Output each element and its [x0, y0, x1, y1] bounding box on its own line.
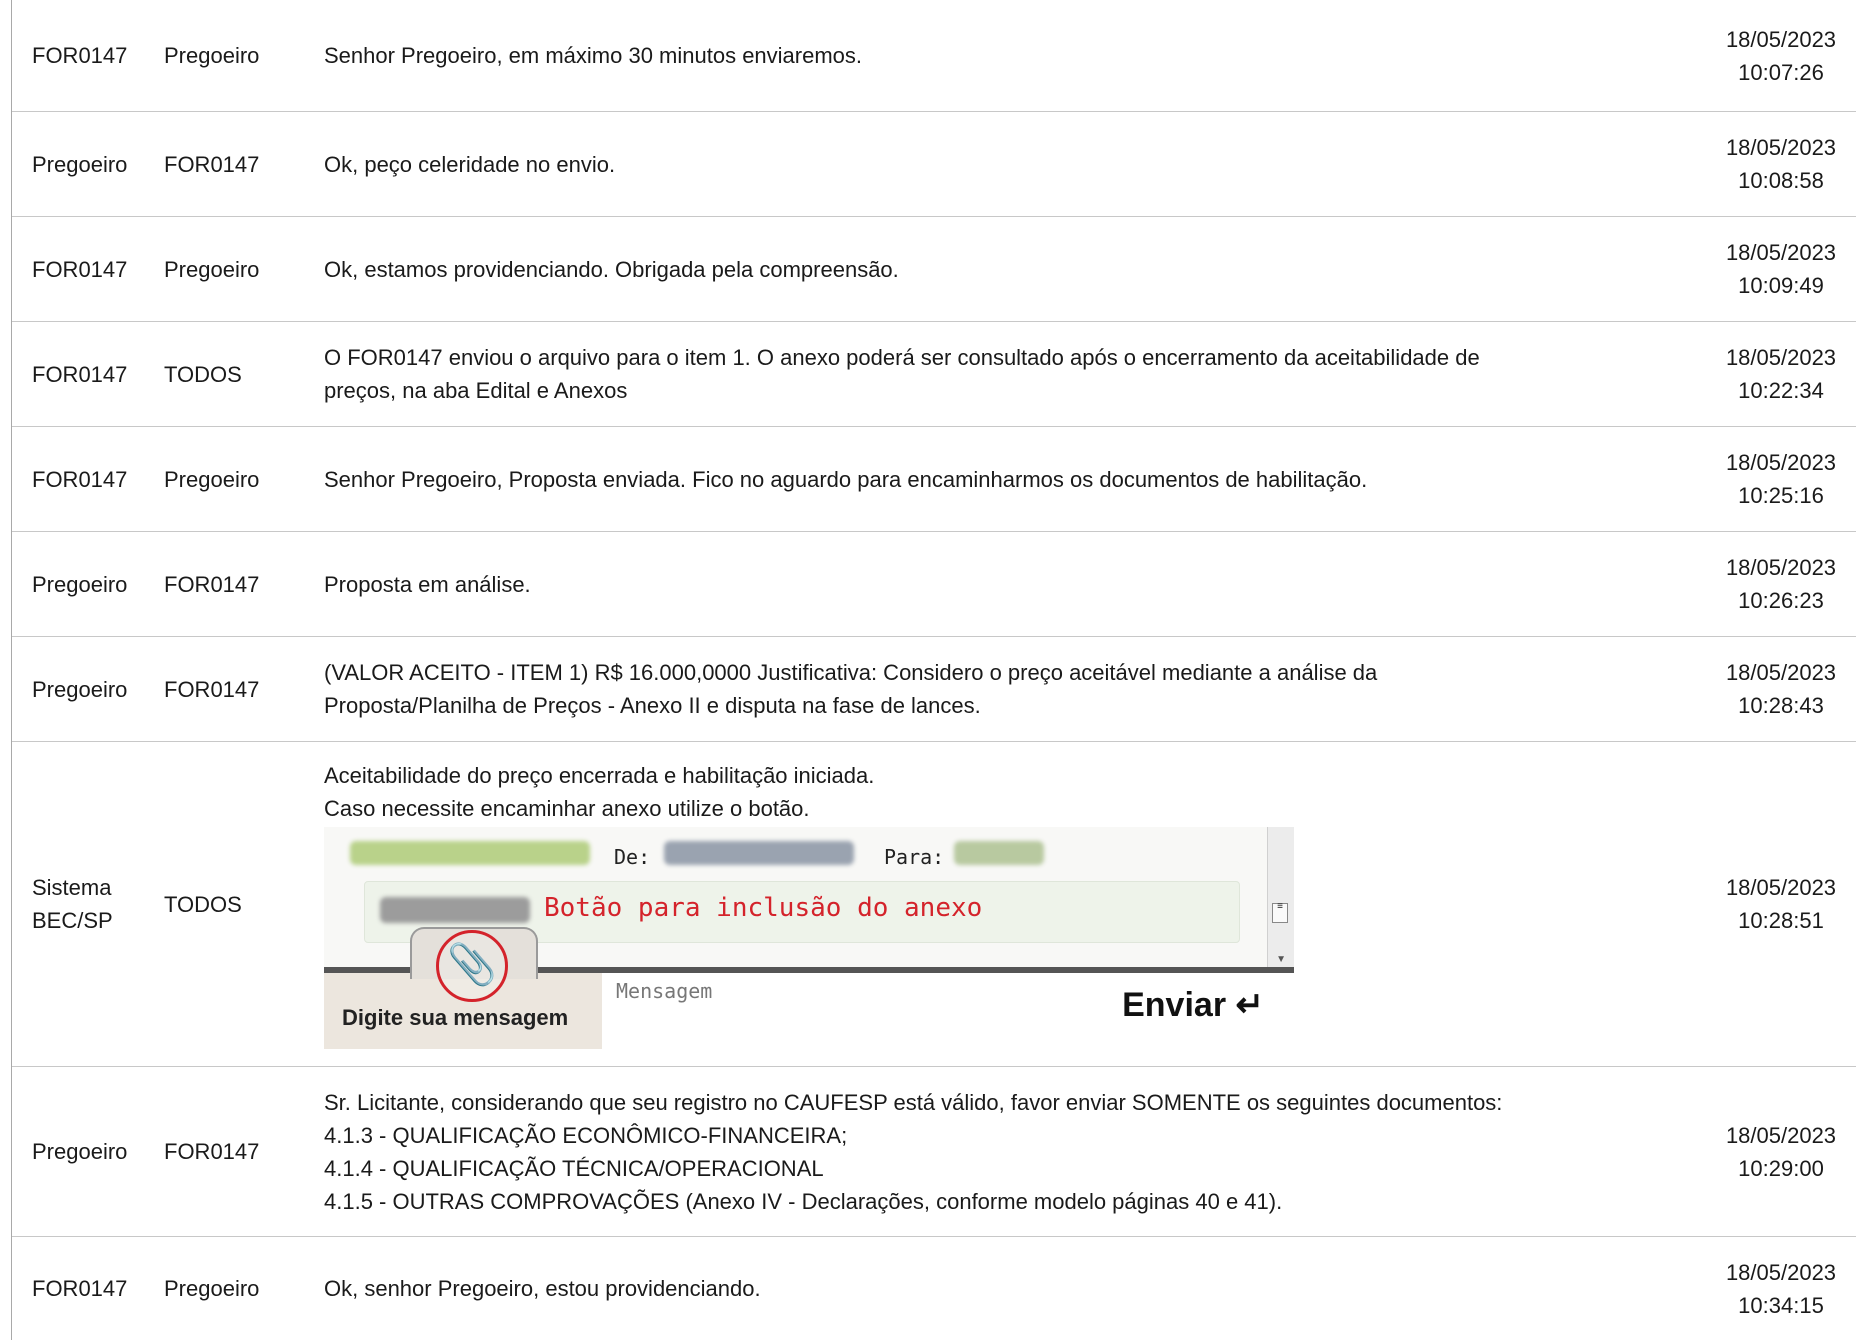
- message-line: 4.1.5 - OUTRAS COMPROVAÇÕES (Anexo IV - …: [324, 1188, 1283, 1214]
- timestamp-date: 18/05/2023: [1725, 1259, 1837, 1285]
- blurred-date: [350, 841, 590, 865]
- sender: FOR0147: [32, 256, 128, 282]
- message-text: Senhor Pregoeiro, em máximo 30 minutos e…: [324, 43, 863, 68]
- timestamp: 18/05/2023 10:34:15: [1706, 1256, 1856, 1322]
- message-text: Senhor Pregoeiro, Proposta enviada. Fico…: [324, 466, 1368, 492]
- message-text: Ok, senhor Pregoeiro, estou providencian…: [324, 1276, 761, 1301]
- message-text: Ok, estamos providenciando. Obrigada pel…: [324, 256, 899, 282]
- chat-row: Pregoeiro FOR0147 Ok, peço celeridade no…: [12, 112, 1856, 217]
- timestamp-date: 18/05/2023: [1725, 240, 1837, 265]
- recipient: Pregoeiro: [164, 256, 260, 282]
- message-line: O FOR0147 enviou o arquivo para o item 1…: [324, 345, 1480, 370]
- timestamp: 18/05/2023 10:28:51: [1706, 871, 1856, 937]
- timestamp-time: 10:34:15: [1738, 1292, 1824, 1318]
- message-line: Proposta/Planilha de Preços - Anexo II e…: [324, 693, 981, 718]
- message-line: preços, na aba Edital e Anexos: [324, 378, 628, 403]
- sender: Sistema BEC/SP: [12, 871, 164, 937]
- attachment-help-screenshot: De: Para: Botão para inclusão do anexo ≡…: [324, 827, 1294, 1049]
- chat-row: FOR0147 Pregoeiro Senhor Pregoeiro, Prop…: [12, 427, 1856, 532]
- sender: FOR0147: [32, 361, 128, 387]
- timestamp: 18/05/2023 10:26:23: [1706, 551, 1856, 617]
- recipient: Pregoeiro: [164, 466, 260, 492]
- sender: Pregoeiro: [32, 1139, 128, 1164]
- chat-row: FOR0147 Pregoeiro Ok, senhor Pregoeiro, …: [12, 1237, 1856, 1340]
- timestamp: 18/05/2023 10:29:00: [1706, 1119, 1856, 1185]
- chat-row: FOR0147 Pregoeiro Senhor Pregoeiro, em m…: [12, 0, 1856, 112]
- timestamp-time: 10:28:51: [1738, 908, 1824, 933]
- screenshot-scrollbar: ≡ ▼: [1267, 827, 1294, 977]
- chat-row: Pregoeiro FOR0147 Sr. Licitante, conside…: [12, 1067, 1856, 1237]
- recipient: FOR0147: [164, 1139, 260, 1164]
- message-text: Sr. Licitante, considerando que seu regi…: [304, 1086, 1706, 1218]
- recipient: TODOS: [164, 361, 242, 387]
- recipient: Pregoeiro: [164, 43, 260, 68]
- timestamp: 18/05/2023 10:25:16: [1706, 446, 1856, 512]
- chat-row: Pregoeiro FOR0147 Proposta em análise. 1…: [12, 532, 1856, 637]
- message-line: 4.1.4 - QUALIFICAÇÃO TÉCNICA/OPERACIONAL: [324, 1155, 824, 1181]
- timestamp-date: 18/05/2023: [1725, 555, 1837, 580]
- timestamp: 18/05/2023 10:08:58: [1706, 131, 1856, 197]
- timestamp: 18/05/2023 10:09:49: [1706, 236, 1856, 302]
- sender-line: BEC/SP: [32, 908, 113, 933]
- sender: Pregoeiro: [32, 676, 128, 702]
- timestamp-time: 10:22:34: [1738, 378, 1824, 403]
- screenshot-tab-label: Digite sua mensagem: [342, 1005, 569, 1030]
- timestamp-time: 10:28:43: [1738, 693, 1824, 718]
- sender: FOR0147: [32, 43, 128, 68]
- chat-row: FOR0147 TODOS O FOR0147 enviou o arquivo…: [12, 322, 1856, 427]
- message-text: Aceitabilidade do preço encerrada e habi…: [304, 759, 1706, 1049]
- timestamp-date: 18/05/2023: [1725, 660, 1837, 685]
- message-line: Aceitabilidade do preço encerrada e habi…: [324, 763, 875, 788]
- timestamp: 18/05/2023 10:28:43: [1706, 656, 1856, 722]
- timestamp-time: 10:25:16: [1738, 483, 1824, 508]
- attachment-callout: Botão para inclusão do anexo: [544, 893, 983, 923]
- timestamp-date: 18/05/2023: [1725, 26, 1837, 52]
- chat-row: Sistema BEC/SP TODOS Aceitabilidade do p…: [12, 742, 1856, 1067]
- timestamp-time: 10:09:49: [1738, 273, 1824, 298]
- message-line: Sr. Licitante, considerando que seu regi…: [324, 1089, 1503, 1115]
- recipient: Pregoeiro: [164, 1276, 260, 1301]
- scroll-grip-icon: ≡: [1272, 902, 1288, 923]
- sender: Pregoeiro: [32, 151, 128, 177]
- message-text: O FOR0147 enviou o arquivo para o item 1…: [304, 341, 1706, 407]
- timestamp-time: 10:07:26: [1738, 59, 1824, 85]
- message-line: Caso necessite encaminhar anexo utilize …: [324, 796, 810, 821]
- recipient: FOR0147: [164, 676, 260, 702]
- chat-log: FOR0147 Pregoeiro Senhor Pregoeiro, em m…: [12, 0, 1856, 1340]
- timestamp-date: 18/05/2023: [1725, 875, 1837, 900]
- chat-row: FOR0147 Pregoeiro Ok, estamos providenci…: [12, 217, 1856, 322]
- screenshot-from-label: De:: [614, 845, 651, 869]
- blurred-message: [380, 897, 530, 923]
- recipient: FOR0147: [164, 151, 260, 177]
- chat-row: Pregoeiro FOR0147 (VALOR ACEITO - ITEM 1…: [12, 637, 1856, 742]
- paperclip-icon: 📎: [436, 930, 508, 1002]
- timestamp: 18/05/2023 10:07:26: [1706, 23, 1856, 89]
- timestamp-date: 18/05/2023: [1725, 450, 1837, 475]
- sender: Pregoeiro: [32, 571, 128, 597]
- message-text: (VALOR ACEITO - ITEM 1) R$ 16.000,0000 J…: [304, 656, 1706, 722]
- timestamp-time: 10:26:23: [1738, 588, 1824, 613]
- timestamp-date: 18/05/2023: [1725, 1122, 1837, 1148]
- screenshot-to-label: Para:: [884, 845, 945, 869]
- message-text: Ok, peço celeridade no envio.: [324, 151, 616, 177]
- message-line: (VALOR ACEITO - ITEM 1) R$ 16.000,0000 J…: [324, 660, 1378, 685]
- sender: FOR0147: [32, 1276, 128, 1301]
- screenshot-placeholder: Mensagem: [616, 979, 713, 1003]
- timestamp-time: 10:08:58: [1738, 168, 1824, 193]
- message-text: Proposta em análise.: [324, 571, 531, 597]
- sender-line: Sistema: [32, 875, 112, 900]
- timestamp: 18/05/2023 10:22:34: [1706, 341, 1856, 407]
- recipient: TODOS: [164, 891, 242, 917]
- timestamp-date: 18/05/2023: [1725, 345, 1837, 370]
- timestamp-time: 10:29:00: [1738, 1155, 1824, 1181]
- sender: FOR0147: [32, 466, 128, 492]
- screenshot-send-button: Enviar ↵: [1122, 986, 1264, 1024]
- timestamp-date: 18/05/2023: [1725, 135, 1837, 160]
- blurred-sender: [664, 841, 854, 865]
- recipient: FOR0147: [164, 571, 260, 597]
- blurred-recipient: [954, 841, 1044, 865]
- message-line: 4.1.3 - QUALIFICAÇÃO ECONÔMICO-FINANCEIR…: [324, 1122, 848, 1148]
